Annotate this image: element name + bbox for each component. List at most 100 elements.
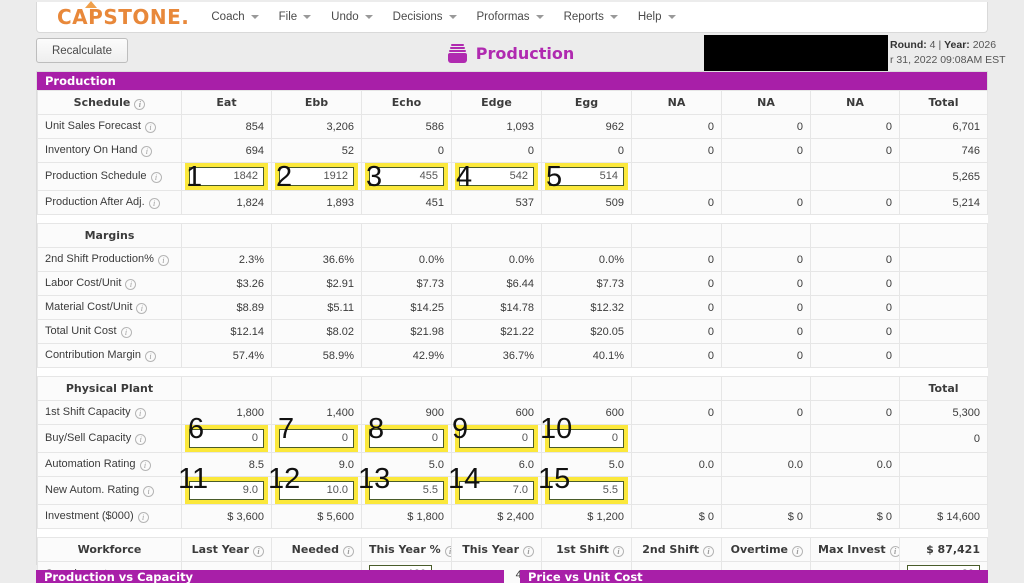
production-schedule-input-ebb[interactable]: 1912: [275, 163, 358, 190]
new-autom-rating-input-edge[interactable]: 7.0: [455, 477, 538, 504]
cell: $ 0: [810, 504, 900, 529]
buy-sell-capacity-input-ebb[interactable]: 0: [275, 425, 358, 452]
new-autom-rating-input-eat[interactable]: 9.0: [185, 477, 268, 504]
production-schedule-input-edge[interactable]: 542: [455, 163, 538, 190]
production-schedule-input-echo[interactable]: 455: [365, 163, 448, 190]
cell: [721, 476, 811, 505]
info-icon[interactable]: i: [613, 545, 624, 557]
cell: 5.0: [541, 452, 632, 477]
menu-item-label: Reports: [563, 11, 604, 23]
cell-buy-sell-capacity-ebb[interactable]: 0: [271, 424, 362, 453]
recalculate-button[interactable]: Recalculate: [36, 38, 128, 63]
cell: 0: [721, 138, 811, 163]
cell-new-autom-rating-egg[interactable]: 5.5: [541, 476, 632, 505]
new-autom-rating-input-ebb[interactable]: 10.0: [275, 477, 358, 504]
cell-production-schedule-eat[interactable]: 1842: [181, 162, 272, 191]
info-icon[interactable]: i: [148, 198, 160, 209]
cell-production-schedule-edge[interactable]: 542: [451, 162, 542, 191]
info-icon[interactable]: i: [889, 545, 899, 557]
column-header-edge: Edge: [451, 90, 542, 115]
cell-buy-sell-capacity-echo[interactable]: 0: [361, 424, 452, 453]
info-icon[interactable]: i: [143, 486, 155, 497]
cell-buy-sell-capacity-edge[interactable]: 0: [451, 424, 542, 453]
info-icon[interactable]: i: [150, 172, 162, 183]
production-schedule-input-eat[interactable]: 1842: [185, 163, 268, 190]
row-label-new-autom-rating: New Autom. Rating i: [37, 476, 182, 505]
info-icon[interactable]: i: [523, 545, 534, 557]
cell: [899, 452, 988, 477]
cell: [721, 162, 811, 191]
buy-sell-capacity-input-edge[interactable]: 0: [455, 425, 538, 452]
buy-sell-capacity-input-egg[interactable]: 0: [545, 425, 628, 452]
menu-item-coach[interactable]: Coach: [201, 7, 268, 27]
capstone-logo[interactable]: CAPSTONE.: [57, 1, 189, 27]
cell-production-schedule-ebb[interactable]: 1912: [271, 162, 362, 191]
menu-item-file[interactable]: File: [269, 7, 322, 27]
cell: [271, 376, 362, 401]
info-icon[interactable]: i: [703, 545, 714, 557]
info-icon[interactable]: i: [792, 545, 803, 557]
cell-production-schedule-total: 5,265: [899, 162, 988, 191]
info-icon[interactable]: i: [125, 279, 137, 290]
status-separator: |: [938, 39, 942, 51]
cell-production-schedule-echo[interactable]: 455: [361, 162, 452, 191]
cell: 52: [271, 138, 362, 163]
cell: 40.1%: [541, 343, 632, 368]
cell: 0.0%: [451, 247, 542, 272]
info-icon[interactable]: i: [137, 512, 149, 523]
buy-sell-capacity-input-echo[interactable]: 0: [365, 425, 448, 452]
info-icon[interactable]: i: [139, 460, 151, 471]
menu-item-decisions[interactable]: Decisions: [383, 7, 467, 27]
cell-buy-sell-capacity-eat[interactable]: 0: [181, 424, 272, 453]
cell: [899, 271, 988, 296]
row-label-investment: Investment ($000) i: [37, 504, 182, 529]
cell: 746: [899, 138, 988, 163]
menu-item-proformas[interactable]: Proformas: [467, 7, 554, 27]
new-autom-rating-input-echo[interactable]: 5.5: [365, 477, 448, 504]
table-header-row: Margins: [37, 223, 988, 248]
cell: [271, 223, 362, 248]
cell-new-autom-rating-ebb[interactable]: 10.0: [271, 476, 362, 505]
cell: 1,893: [271, 190, 362, 215]
row-label-1st-shift-capacity: 1st Shift Capacity i: [37, 400, 182, 425]
row-label-buy-sell-capacity: Buy/Sell Capacity i: [37, 424, 182, 453]
cell: 900: [361, 400, 452, 425]
row-label-unit-sales-forecast: Unit Sales Forecast i: [37, 114, 182, 139]
bottom-section-bars: Production vs Capacity Price vs Unit Cos…: [36, 570, 988, 583]
info-icon[interactable]: i: [120, 327, 132, 338]
info-icon[interactable]: i: [136, 303, 148, 314]
cell: 0: [721, 295, 811, 320]
column-header-eat: Eat: [181, 90, 272, 115]
table-row: Production After Adj. i 1,824 1,893 451 5…: [37, 190, 988, 215]
menu-item-reports[interactable]: Reports: [554, 7, 628, 27]
cell: 0: [721, 319, 811, 344]
cell-buy-sell-capacity-egg[interactable]: 0: [541, 424, 632, 453]
cell: 854: [181, 114, 272, 139]
info-icon[interactable]: i: [134, 408, 146, 419]
cell-new-autom-rating-edge[interactable]: 7.0: [451, 476, 542, 505]
row-label-contribution-margin: Contribution Margin i: [37, 343, 182, 368]
buy-sell-capacity-input-eat[interactable]: 0: [185, 425, 268, 452]
chevron-down-icon: [448, 15, 457, 19]
info-icon[interactable]: i: [253, 545, 264, 557]
cell: 0: [810, 247, 900, 272]
info-icon[interactable]: i: [144, 122, 156, 133]
cell-new-autom-rating-eat[interactable]: 9.0: [181, 476, 272, 505]
info-icon[interactable]: i: [343, 545, 354, 557]
cell: 451: [361, 190, 452, 215]
info-icon[interactable]: i: [134, 98, 146, 110]
info-icon[interactable]: i: [145, 351, 156, 362]
new-autom-rating-input-egg[interactable]: 5.5: [545, 477, 628, 504]
production-schedule-input-egg[interactable]: 514: [545, 163, 628, 190]
info-icon[interactable]: i: [444, 545, 451, 557]
info-icon[interactable]: i: [141, 146, 153, 157]
info-icon[interactable]: i: [135, 434, 147, 445]
info-icon[interactable]: i: [157, 255, 169, 266]
menu-item-undo[interactable]: Undo: [321, 7, 383, 27]
cell: 0: [631, 295, 722, 320]
menu-item-help[interactable]: Help: [628, 7, 686, 27]
cell-production-schedule-egg[interactable]: 514: [541, 162, 632, 191]
cell: $5.11: [271, 295, 362, 320]
cell-new-autom-rating-echo[interactable]: 5.5: [361, 476, 452, 505]
round-label: Round:: [890, 39, 927, 51]
